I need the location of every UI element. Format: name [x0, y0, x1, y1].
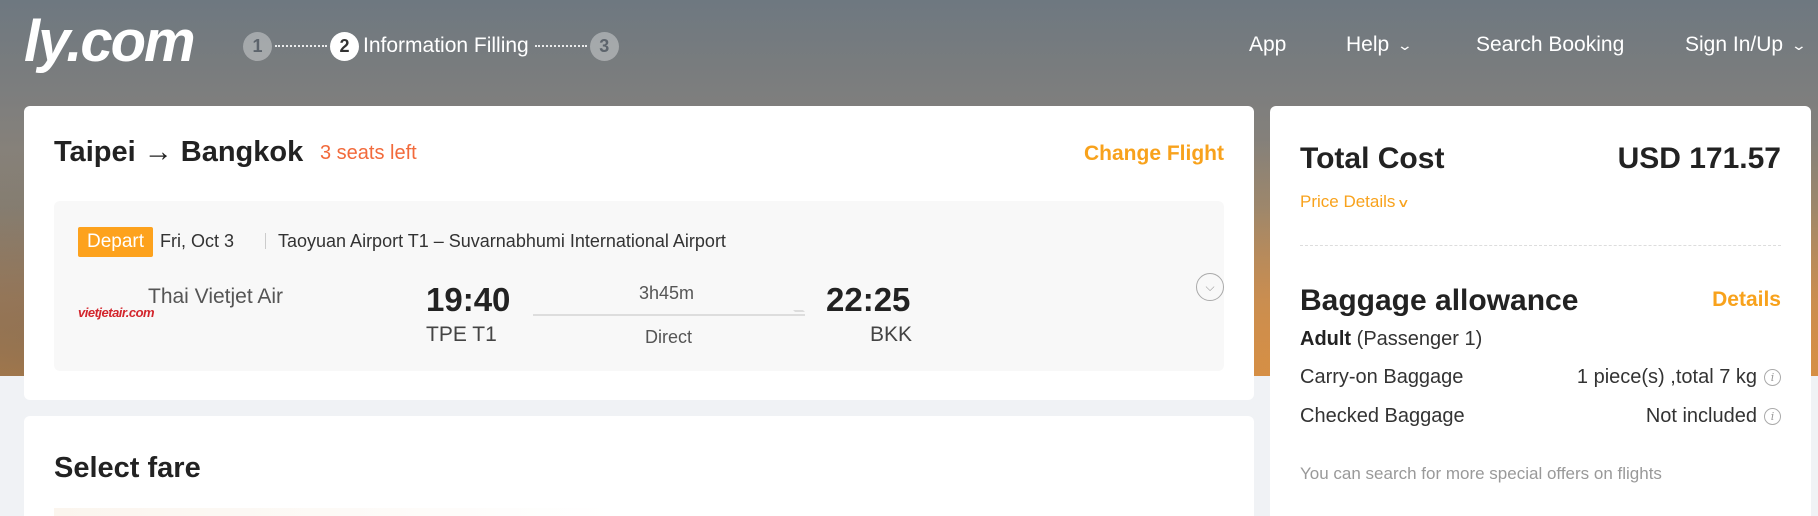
checked-row: Checked Baggage Not included i — [1300, 405, 1781, 428]
total-cost-value: USD 171.57 — [1617, 142, 1781, 175]
chevron-down-icon: ⌄ — [1790, 36, 1808, 53]
site-logo[interactable]: ly.com — [24, 8, 196, 75]
price-details-toggle[interactable]: Price Details ∨ — [1300, 192, 1411, 212]
nav-app[interactable]: App — [1249, 33, 1286, 57]
nav-help[interactable]: Help ⌄ — [1346, 33, 1414, 57]
nav-sign-in-label: Sign In/Up — [1685, 33, 1784, 56]
flight-airports: Taoyuan Airport T1 – Suvarnabhumi Intern… — [278, 231, 726, 251]
change-flight-link[interactable]: Change Flight — [1084, 142, 1224, 166]
progress-steps: 1 2 Information Filling 3 — [243, 31, 619, 61]
departure-airport-code: TPE T1 — [426, 323, 497, 346]
route-title: Taipei → Bangkok — [54, 136, 304, 168]
checked-value: Not included — [1645, 405, 1757, 427]
fare-card: Select fare — [24, 416, 1254, 516]
flight-card: Taipei → Bangkok 3 seats left Change Fli… — [24, 106, 1254, 400]
arrival-time: 22:25 — [826, 281, 911, 318]
passenger-label: Adult (Passenger 1) — [1300, 328, 1482, 351]
route-line — [533, 314, 805, 316]
total-cost-title: Total Cost — [1300, 142, 1445, 175]
carry-on-value: 1 piece(s) ,total 7 kg — [1576, 366, 1757, 388]
step-3-circle: 3 — [589, 31, 619, 61]
nav-search-booking-label: Search Booking — [1476, 33, 1625, 56]
top-bar: ly.com 1 2 Information Filling 3 App Hel… — [0, 0, 1818, 92]
flight-duration: 3h45m — [639, 283, 695, 303]
special-offers-note: You can search for more special offers o… — [1300, 464, 1662, 483]
step-1-circle: 1 — [243, 31, 272, 61]
chevron-down-icon: ⌄ — [1396, 36, 1414, 53]
nav-sign-in[interactable]: Sign In/Up ⌄ — [1685, 33, 1808, 57]
step-connector — [275, 45, 327, 47]
fare-option-strip — [54, 508, 614, 516]
seats-left-badge: 3 seats left — [320, 142, 417, 164]
divider — [1300, 245, 1781, 246]
price-details-label: Price Details — [1300, 192, 1396, 211]
carry-on-row: Carry-on Baggage 1 piece(s) ,total 7 kg … — [1300, 366, 1781, 389]
checked-label: Checked Baggage — [1300, 405, 1465, 427]
info-icon[interactable]: i — [1764, 408, 1781, 425]
divider — [265, 233, 266, 249]
depart-tag: Depart — [78, 227, 154, 257]
departure-time: 19:40 — [426, 281, 511, 318]
cost-card: Total Cost USD 171.57 Price Details ∨ Bag… — [1270, 106, 1811, 516]
airline-logo: vietjetair.com — [78, 305, 155, 320]
baggage-title: Baggage allowance — [1300, 284, 1579, 317]
nav-app-label: App — [1249, 33, 1287, 56]
nav-help-label: Help — [1346, 33, 1390, 56]
arrival-airport-code: BKK — [870, 323, 913, 346]
baggage-details-link[interactable]: Details — [1712, 288, 1781, 312]
passenger-type: Adult — [1300, 328, 1352, 350]
passenger-note: (Passenger 1) — [1356, 328, 1483, 350]
chevron-down-icon: ∨ — [1397, 196, 1411, 210]
airline-name: Thai Vietjet Air — [148, 285, 284, 308]
expand-chevron-icon[interactable]: ⌵ — [1196, 273, 1224, 301]
step-2-circle: 2 — [330, 31, 359, 61]
flight-segment: Depart Fri, Oct 3 Taoyuan Airport T1 – S… — [54, 201, 1224, 371]
flight-date: Fri, Oct 3 — [160, 231, 235, 251]
step-connector — [534, 45, 587, 47]
select-fare-title: Select fare — [54, 452, 201, 484]
nav-search-booking[interactable]: Search Booking — [1476, 33, 1624, 57]
step-2-label: Information Filling — [363, 34, 529, 57]
flight-stops: Direct — [645, 327, 693, 347]
carry-on-label: Carry-on Baggage — [1300, 366, 1464, 388]
info-icon[interactable]: i — [1764, 369, 1781, 386]
